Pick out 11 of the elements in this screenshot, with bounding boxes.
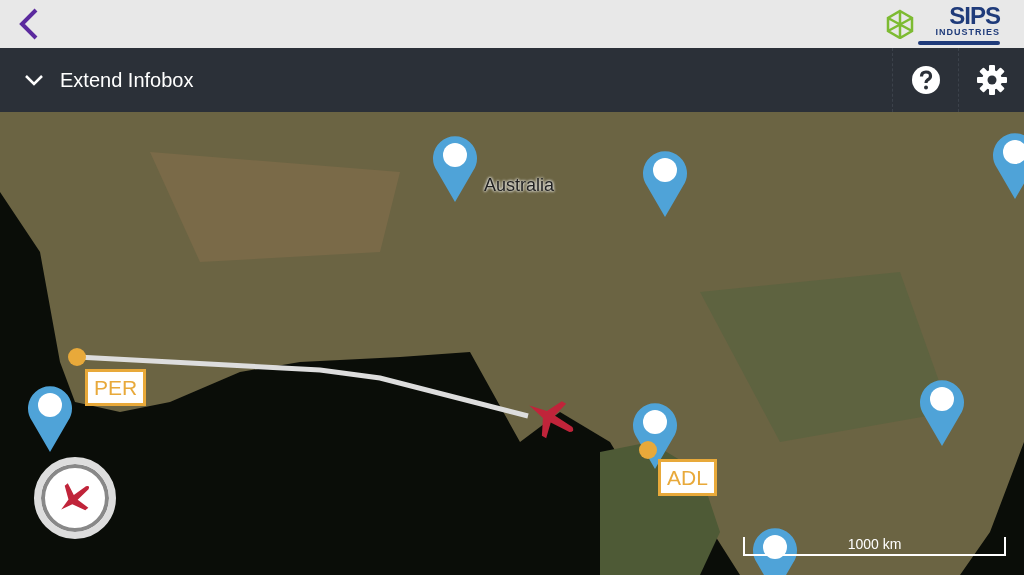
logo-name: SIPS	[949, 3, 1000, 28]
airport-label: ADL	[658, 459, 717, 497]
scale-bar: 1000 km	[743, 537, 1006, 556]
airport-label: PER	[85, 369, 147, 407]
logo-icon	[886, 9, 914, 39]
logo-subtitle: INDUSTRIES	[935, 27, 1000, 37]
settings-icon	[975, 64, 1008, 96]
help-icon	[910, 65, 941, 95]
place-label: Australia	[484, 174, 555, 197]
map-pin-icon[interactable]	[27, 383, 73, 453]
map-pin-icon[interactable]	[919, 377, 965, 447]
